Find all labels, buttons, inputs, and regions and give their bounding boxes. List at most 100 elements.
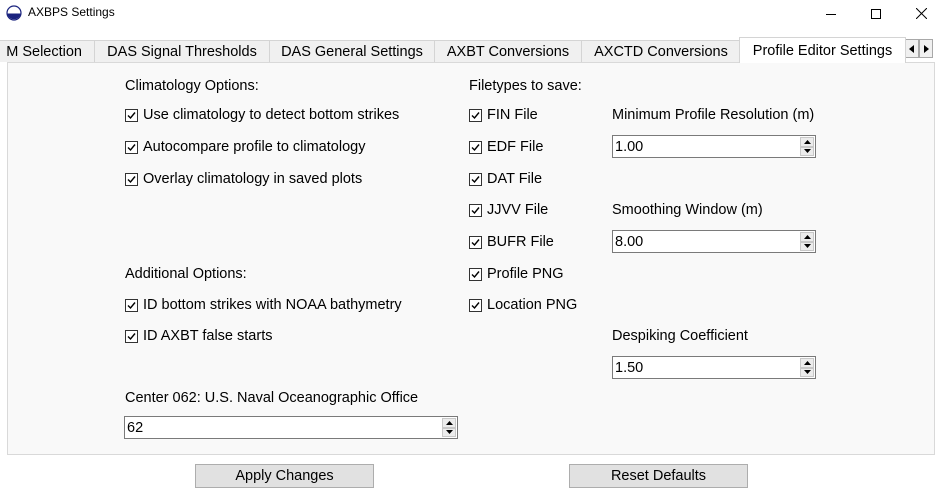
spin-up-button[interactable] xyxy=(442,418,456,428)
spin-buttons xyxy=(442,418,456,437)
profile-png-checkbox[interactable]: Profile PNG xyxy=(469,265,564,283)
checkbox-box xyxy=(469,203,482,217)
spin-up-button[interactable] xyxy=(800,137,814,147)
tab-strip: M Selection DAS Signal Thresholds DAS Ge… xyxy=(0,37,943,63)
apply-changes-button[interactable]: Apply Changes xyxy=(195,464,374,488)
caret-up-icon xyxy=(803,360,811,365)
location-png-checkbox[interactable]: Location PNG xyxy=(469,296,577,314)
jjvv-file-checkbox[interactable]: JJVV File xyxy=(469,201,548,219)
tab-das-general-settings[interactable]: DAS General Settings xyxy=(269,40,435,62)
checkbox-box xyxy=(125,140,138,154)
filetypes-heading: Filetypes to save: xyxy=(469,78,582,94)
caret-down-icon xyxy=(803,149,811,154)
smoothing-input[interactable] xyxy=(613,231,798,252)
checkbox-box xyxy=(125,329,138,343)
checkmark-icon xyxy=(471,206,480,214)
checkmark-icon xyxy=(127,301,136,309)
caret-up-icon xyxy=(803,234,811,239)
spin-down-button[interactable] xyxy=(800,146,814,156)
additional-options-heading: Additional Options: xyxy=(125,266,247,282)
spin-down-button[interactable] xyxy=(800,367,814,377)
caret-down-icon xyxy=(445,430,453,435)
id-bottom-strikes-noaa-checkbox[interactable]: ID bottom strikes with NOAA bathymetry xyxy=(125,296,402,314)
checkbox-label: FIN File xyxy=(487,107,538,123)
spin-up-button[interactable] xyxy=(800,358,814,368)
spin-buttons xyxy=(800,358,814,377)
checkbox-box xyxy=(469,140,482,154)
checkmark-icon xyxy=(127,332,136,340)
checkbox-box xyxy=(469,235,482,249)
checkmark-icon xyxy=(471,175,480,183)
maximize-icon xyxy=(871,8,881,19)
checkbox-label: Use climatology to detect bottom strikes xyxy=(143,107,400,123)
minimize-button[interactable] xyxy=(808,0,854,27)
spin-up-button[interactable] xyxy=(800,232,814,242)
caret-right-icon xyxy=(924,44,929,53)
tab-scroll-right-button[interactable] xyxy=(919,39,933,58)
caret-up-icon xyxy=(445,420,453,425)
tab-m-selection[interactable]: M Selection xyxy=(0,40,95,62)
maximize-button[interactable] xyxy=(853,0,899,27)
despiking-spinbox xyxy=(612,356,816,379)
checkbox-box xyxy=(125,172,138,186)
checkbox-label: ID bottom strikes with NOAA bathymetry xyxy=(143,297,402,313)
checkbox-box xyxy=(125,298,138,312)
center-label: Center 062: U.S. Naval Oceanographic Off… xyxy=(125,390,419,406)
checkbox-label: Overlay climatology in saved plots xyxy=(143,171,363,187)
spin-down-button[interactable] xyxy=(442,427,456,437)
checkmark-icon xyxy=(471,301,480,309)
tab-profile-editor-settings[interactable]: Profile Editor Settings xyxy=(739,37,906,63)
app-logo-icon xyxy=(6,5,22,21)
dat-file-checkbox[interactable]: DAT File xyxy=(469,170,542,188)
spin-buttons xyxy=(800,137,814,156)
tab-das-signal-thresholds[interactable]: DAS Signal Thresholds xyxy=(94,40,270,62)
use-climatology-bottom-strikes-checkbox[interactable]: Use climatology to detect bottom strikes xyxy=(125,106,399,124)
checkbox-label: Location PNG xyxy=(487,297,578,313)
checkmark-icon xyxy=(471,143,480,151)
checkbox-box xyxy=(469,108,482,122)
caret-down-icon xyxy=(803,244,811,249)
close-button[interactable] xyxy=(898,0,943,27)
checkbox-label: Autocompare profile to climatology xyxy=(143,139,366,155)
tab-scroll-left-button[interactable] xyxy=(905,39,919,58)
reset-defaults-button[interactable]: Reset Defaults xyxy=(569,464,748,488)
checkbox-box xyxy=(469,172,482,186)
edf-file-checkbox[interactable]: EDF File xyxy=(469,138,543,156)
despiking-label: Despiking Coefficient xyxy=(612,328,748,344)
checkbox-label: JJVV File xyxy=(487,202,549,218)
checkmark-icon xyxy=(127,175,136,183)
checkbox-box xyxy=(469,298,482,312)
resolution-spinbox xyxy=(612,135,816,158)
checkbox-label: ID AXBT false starts xyxy=(143,328,273,344)
spin-down-button[interactable] xyxy=(800,241,814,251)
checkbox-label: EDF File xyxy=(487,139,544,155)
caret-down-icon xyxy=(803,370,811,375)
checkmark-icon xyxy=(127,143,136,151)
checkbox-label: Profile PNG xyxy=(487,266,564,282)
checkbox-box xyxy=(469,267,482,281)
checkbox-label: DAT File xyxy=(487,171,543,187)
overlay-climatology-checkbox[interactable]: Overlay climatology in saved plots xyxy=(125,170,362,188)
caret-left-icon xyxy=(909,44,914,53)
id-axbt-false-starts-checkbox[interactable]: ID AXBT false starts xyxy=(125,327,272,345)
checkmark-icon xyxy=(127,111,136,119)
spin-buttons xyxy=(800,232,814,251)
checkmark-icon xyxy=(471,270,480,278)
bufr-file-checkbox[interactable]: BUFR File xyxy=(469,233,554,251)
center-spinbox xyxy=(124,416,458,439)
fin-file-checkbox[interactable]: FIN File xyxy=(469,106,538,124)
close-icon xyxy=(915,8,927,19)
caret-up-icon xyxy=(803,139,811,144)
tab-axctd-conversions[interactable]: AXCTD Conversions xyxy=(581,40,741,62)
window-title: AXBPS Settings xyxy=(28,5,115,19)
center-input[interactable] xyxy=(125,417,440,438)
climatology-options-heading: Climatology Options: xyxy=(125,78,259,94)
minimize-icon xyxy=(826,13,836,15)
smoothing-label: Smoothing Window (m) xyxy=(612,202,763,218)
tab-axbt-conversions[interactable]: AXBT Conversions xyxy=(434,40,582,62)
resolution-input[interactable] xyxy=(613,136,798,157)
despiking-input[interactable] xyxy=(613,357,798,378)
autocompare-profile-checkbox[interactable]: Autocompare profile to climatology xyxy=(125,138,365,156)
checkbox-box xyxy=(125,108,138,122)
smoothing-spinbox xyxy=(612,230,816,253)
